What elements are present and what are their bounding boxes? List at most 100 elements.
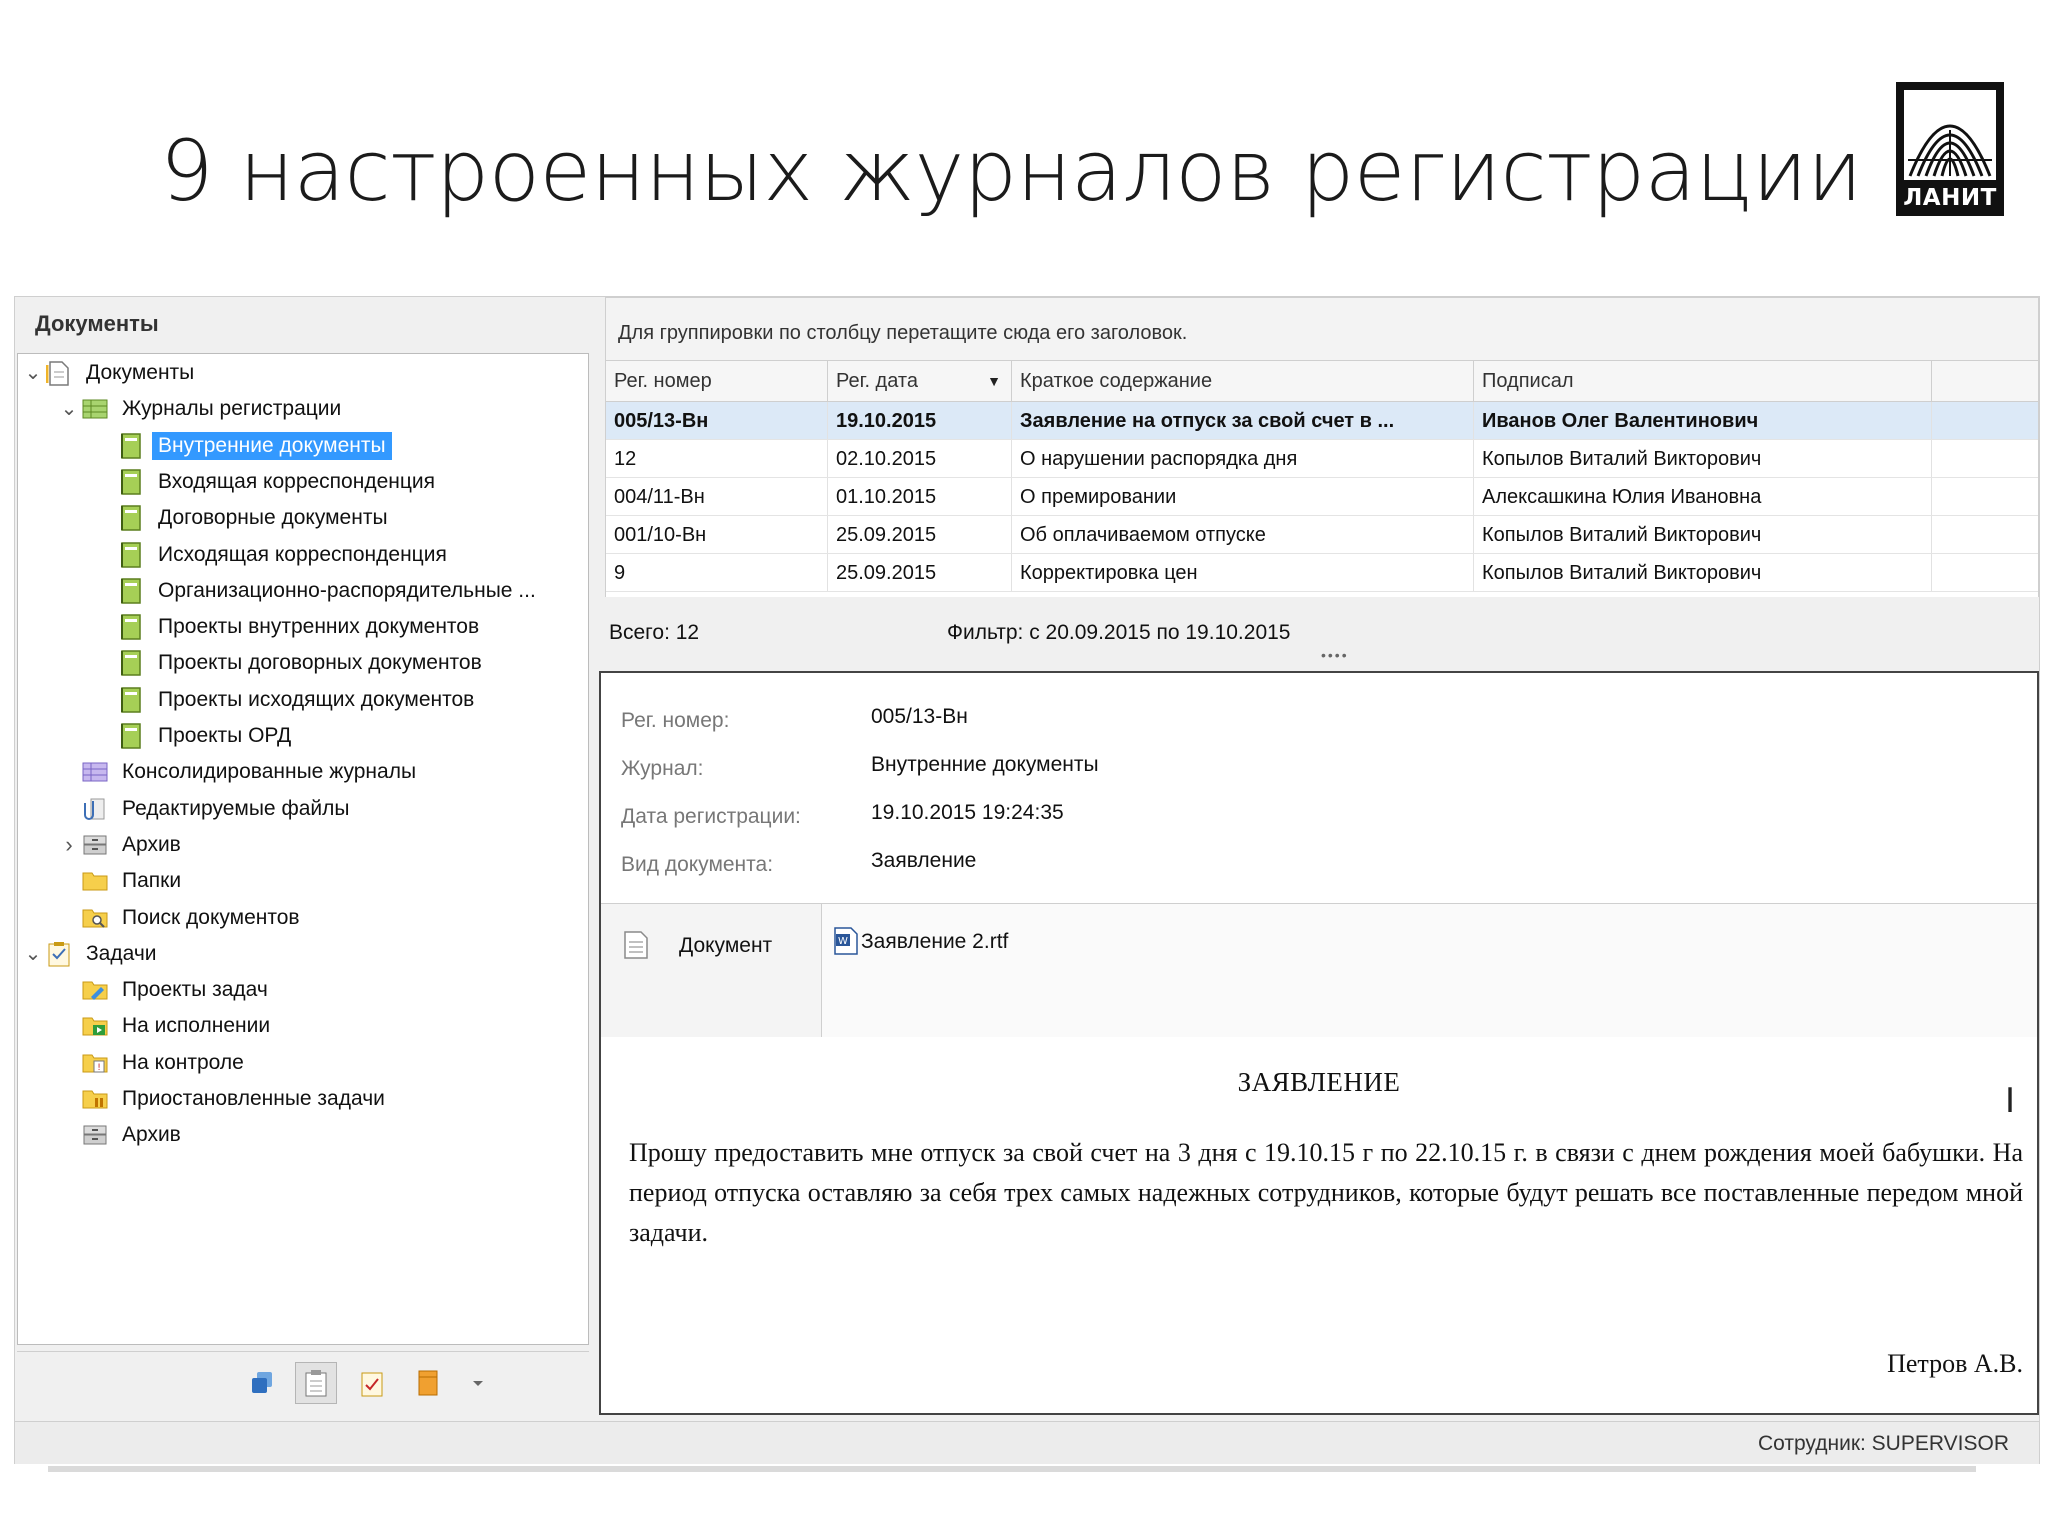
logo-text: ЛАНИТ [1903,185,1997,211]
tree-item[interactable]: На исполнении [58,1009,276,1043]
journal-icon [116,648,146,678]
field-label: Журнал: [621,757,704,780]
tree-item[interactable]: ⌄ Задачи [22,937,163,971]
tree-item[interactable]: Входящая корреспонденция [94,465,441,499]
tree-item[interactable]: ! На контроле [58,1046,250,1080]
tree-item-label: Проекты исходящих документов [158,687,475,711]
folder-control-icon: ! [80,1048,110,1078]
text-cursor-icon: I [2004,1081,2015,1121]
total-count: Всего: 12 [609,621,700,644]
tasks-icon[interactable] [351,1362,393,1404]
table-row[interactable]: 004/11-Вн 01.10.2015 О премировании Алексаш… [606,478,2038,516]
table-cell: Алексашкина Юлия Ивановна [1474,478,1932,516]
attachment-bar: Документ W Заявление 2.rtf [601,903,2037,1039]
journal-icon [116,612,146,642]
consolidated-journals-icon [80,757,110,787]
table-cell: 25.09.2015 [828,516,1012,554]
navigation-tree: ⌄ Документы ⌄ Журналы регистрации Внутренние… [17,353,589,1345]
field-value: 19.10.2015 19:24:35 [871,801,1064,824]
tree-item[interactable]: Папки [58,864,187,898]
tree-item[interactable]: Организационно-распорядительные ... [94,574,542,608]
tree-item[interactable]: Архив [58,1118,187,1152]
tree-item-label: Редактируемые файлы [122,796,350,820]
group-by-hint[interactable]: Для группировки по столбцу перетащите сю… [605,297,2039,361]
column-header[interactable]: Рег. дата ▼ [828,361,1012,401]
tree-item[interactable]: ⌄ Журналы регистрации [58,392,347,426]
tree-item-label: Консолидированные журналы [122,760,417,784]
tree-item-label: Исходящая корреспонденция [158,542,447,566]
tree-item[interactable]: Исходящая корреспонденция [94,538,453,572]
tree-item[interactable]: Проекты исходящих документов [94,683,480,717]
column-header[interactable]: Рег. номер [606,361,828,401]
document-icon [624,931,648,959]
field-value: Заявление [871,849,977,872]
tree-item[interactable]: Договорные документы [94,501,394,535]
table-row[interactable]: 005/13-Вн 19.10.2015 Заявление на отпуск з… [606,402,2038,440]
book-icon[interactable] [407,1362,449,1404]
folder-edit-icon [80,975,110,1005]
tree-item[interactable]: Внутренние документы [94,429,392,463]
table-cell: Заявление на отпуск за свой счет в ... [1012,402,1474,440]
table-cell: 005/13-Вн [606,402,828,440]
tree-item-label: Документы [86,361,195,384]
tree-item-label: Архив [122,1123,181,1147]
table-cell: 02.10.2015 [828,440,1012,478]
expand-arrow-icon[interactable]: ⌄ [22,944,44,964]
tree-item-label: Поиск документов [122,905,300,929]
collapse-arrow-icon[interactable]: › [58,832,80,858]
journal-icon [116,431,146,461]
word-file-icon[interactable]: W [833,926,859,956]
table-cell: Корректировка цен [1012,554,1474,592]
tree-item-label: Проекты задач [122,978,268,1002]
tree-item-label: На контроле [122,1050,244,1074]
table-cell: Копылов Виталий Викторович [1474,516,1932,554]
table-cell: Копылов Виталий Викторович [1474,554,1932,592]
application-window: Документы ⌄ Документы ⌄ Журналы регистрации… [14,296,2040,1464]
table-cell: 001/10-Вн [606,516,828,554]
tree-item[interactable]: ⌄ Документы [22,356,200,390]
field-label: Рег. номер: [621,709,730,732]
tree-item[interactable]: Поиск документов [58,901,306,935]
document-preview[interactable]: ЗАЯВЛЕНИЕ Прошу предоставить мне отпуск … [601,1037,2037,1413]
table-cell: 9 [606,554,828,592]
splitter-grip[interactable]: •••• [1321,647,1349,663]
tree-item-label: Договорные документы [158,506,388,530]
table-row[interactable]: 001/10-Вн 25.09.2015 Об оплачиваемом отпус… [606,516,2038,554]
table-row[interactable]: 12 02.10.2015 О нарушении распорядка дня Ко… [606,440,2038,478]
main-area: Для группировки по столбцу перетащите сю… [599,297,2039,1415]
tree-item[interactable]: Проекты задач [58,973,274,1007]
paperclip-icon [80,794,110,824]
tree-item[interactable]: › Архив [58,828,187,862]
tree-item-label: Входящая корреспонденция [158,469,435,493]
tree-item[interactable]: Приостановленные задачи [58,1082,391,1116]
attachment-file-name[interactable]: Заявление 2.rtf [861,930,1008,954]
table-cell: 12 [606,440,828,478]
tree-item-label: Архив [122,832,181,856]
documents-icon [44,358,74,388]
tree-item-label: Внутренние документы [152,431,392,460]
tree-item-label: Папки [122,869,182,893]
folder-search-icon [80,903,110,933]
expand-arrow-icon[interactable]: ⌄ [58,399,80,419]
tree-item-label: Проекты внутренних документов [158,615,480,639]
dropdown-arrow-icon[interactable] [457,1362,499,1404]
expand-arrow-icon[interactable]: ⌄ [22,363,44,383]
sort-arrow-icon[interactable]: ▼ [987,361,1001,401]
clipboard-icon[interactable] [295,1362,337,1404]
status-employee: Сотрудник: SUPERVISOR [1757,1432,2009,1455]
tree-item-label: На исполнении [122,1014,271,1038]
table-row[interactable]: 9 25.09.2015 Корректировка цен Копылов Вита… [606,554,2038,592]
column-header[interactable]: Краткое содержание [1012,361,1474,401]
column-header-label: Рег. номер [614,370,712,392]
bottom-scrollbar[interactable] [48,1466,1976,1472]
grid-summary: Всего: 12 Фильтр: с 20.09.2015 по 19.10.… [605,599,2039,663]
windows-icon[interactable] [241,1362,283,1404]
column-header-label: Краткое содержание [1020,370,1213,392]
folder-icon [80,866,110,896]
tree-item[interactable]: Редактируемые файлы [58,792,355,826]
column-header[interactable]: Подписал [1474,361,1932,401]
tree-item[interactable]: Консолидированные журналы [58,755,422,789]
tree-item[interactable]: Проекты ОРД [94,719,297,753]
tree-item[interactable]: Проекты внутренних документов [94,610,485,644]
tree-item[interactable]: Проекты договорных документов [94,646,488,680]
